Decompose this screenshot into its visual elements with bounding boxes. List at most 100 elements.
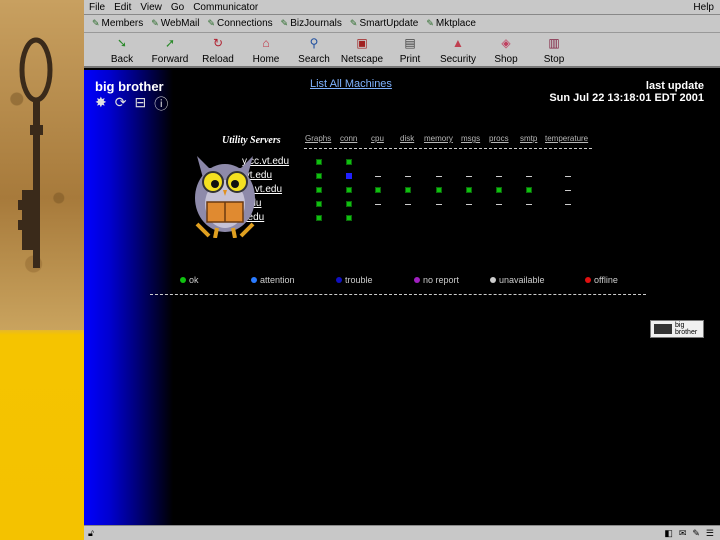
bookmark-smartupdate[interactable]: ✎ SmartUpdate bbox=[350, 18, 418, 29]
bookmark-bizjournals[interactable]: ✎ BizJournals bbox=[281, 18, 342, 29]
mail-icon[interactable]: ✉ bbox=[679, 528, 687, 539]
bookmark-icon: ✎ bbox=[426, 18, 434, 28]
status-blue-icon[interactable] bbox=[346, 173, 352, 179]
menu-go[interactable]: Go bbox=[171, 2, 184, 13]
status-none bbox=[565, 176, 571, 177]
footer-divider bbox=[150, 294, 646, 295]
menu-communicator[interactable]: Communicator bbox=[193, 2, 258, 13]
status-green-icon[interactable] bbox=[316, 215, 322, 221]
legend-ok: ok bbox=[180, 275, 199, 285]
status-none bbox=[526, 176, 532, 177]
star-icon[interactable]: ✸ bbox=[95, 94, 107, 114]
status-green-icon[interactable] bbox=[316, 173, 322, 179]
status-none bbox=[565, 190, 571, 191]
bookmark-mktplace[interactable]: ✎ Mktplace bbox=[426, 18, 476, 29]
bookmark-icon: ✎ bbox=[280, 18, 289, 28]
shop-button[interactable]: ◈ Shop bbox=[482, 36, 530, 65]
status-green-icon[interactable] bbox=[346, 201, 352, 207]
status-green-icon[interactable] bbox=[316, 159, 322, 165]
lock-icon: ▲ bbox=[452, 36, 464, 50]
trouble-dot-icon bbox=[336, 277, 342, 283]
bookmark-icon: ✎ bbox=[151, 18, 159, 28]
column-msgs[interactable]: msgs bbox=[461, 134, 480, 143]
status-green-icon[interactable] bbox=[346, 187, 352, 193]
component-bar: ◧ ✉ ✎ ☰ bbox=[664, 528, 714, 539]
back-arrow-icon: ➘ bbox=[116, 36, 128, 50]
column-cpu[interactable]: cpu bbox=[371, 134, 384, 143]
window-icon[interactable]: ⊟ bbox=[134, 94, 146, 114]
legend-attention: attention bbox=[251, 275, 295, 285]
security-lock-icon[interactable]: 🔓︎ bbox=[88, 528, 94, 539]
status-none bbox=[526, 204, 532, 205]
no-report-dot-icon bbox=[414, 277, 420, 283]
reload-icon: ↻ bbox=[212, 36, 224, 50]
status-green-icon[interactable] bbox=[375, 187, 381, 193]
bookmark-icon: ✎ bbox=[207, 18, 216, 28]
column-conn[interactable]: conn bbox=[340, 134, 357, 143]
navigation-toolbar: ➘ Back ➚ Forward ↻ Reload ⌂ Home ⚲ Search ▣ Ne… bbox=[84, 33, 720, 68]
section-title: Utility Servers bbox=[222, 135, 281, 146]
home-icon: ⌂ bbox=[262, 36, 270, 50]
page-content: big brother ✸ ⟳ ⊟ ⓘ List All Machines la… bbox=[84, 70, 720, 525]
status-none bbox=[405, 176, 411, 177]
status-none bbox=[466, 204, 472, 205]
bookmark-members[interactable]: ✎ Members bbox=[92, 18, 143, 29]
reload-button[interactable]: ↻ Reload bbox=[194, 36, 242, 65]
status-green-icon[interactable] bbox=[436, 187, 442, 193]
ok-dot-icon bbox=[180, 277, 186, 283]
status-green-icon[interactable] bbox=[526, 187, 532, 193]
column-smtp[interactable]: smtp bbox=[520, 134, 537, 143]
refresh-icon[interactable]: ⟳ bbox=[115, 94, 127, 114]
shop-icon: ◈ bbox=[501, 36, 511, 50]
home-button[interactable]: ⌂ Home bbox=[242, 36, 290, 65]
composer-icon[interactable]: ✎ bbox=[692, 528, 700, 539]
bookmark-icon: ✎ bbox=[92, 18, 100, 28]
discussion-icon[interactable]: ☰ bbox=[706, 528, 714, 539]
status-green-icon[interactable] bbox=[316, 201, 322, 207]
menu-file[interactable]: File bbox=[89, 2, 105, 13]
status-green-icon[interactable] bbox=[405, 187, 411, 193]
navigator-icon[interactable]: ◧ bbox=[664, 528, 673, 539]
last-update-label: last update bbox=[645, 80, 704, 92]
back-button[interactable]: ➘ Back bbox=[98, 36, 146, 65]
status-green-icon[interactable] bbox=[346, 159, 352, 165]
print-icon: ▤ bbox=[404, 36, 416, 50]
info-icon[interactable]: ⓘ bbox=[154, 94, 168, 114]
menu-help[interactable]: Help bbox=[693, 2, 714, 13]
stop-icon: ▥ bbox=[548, 36, 560, 50]
column-procs[interactable]: procs bbox=[489, 134, 509, 143]
last-update-value: Sun Jul 22 13:18:01 EDT 2001 bbox=[549, 92, 704, 104]
menu-edit[interactable]: Edit bbox=[114, 2, 131, 13]
attention-dot-icon bbox=[251, 277, 257, 283]
list-all-machines-link[interactable]: List All Machines bbox=[310, 78, 392, 90]
status-none bbox=[436, 204, 442, 205]
status-green-icon[interactable] bbox=[496, 187, 502, 193]
column-memory[interactable]: memory bbox=[424, 134, 453, 143]
status-green-icon[interactable] bbox=[466, 187, 472, 193]
legend-no-report: no report bbox=[414, 275, 459, 285]
status-none bbox=[436, 176, 442, 177]
status-none bbox=[375, 204, 381, 205]
status-green-icon[interactable] bbox=[316, 187, 322, 193]
search-button[interactable]: ⚲ Search bbox=[290, 36, 338, 65]
column-temperature[interactable]: temperature bbox=[545, 134, 588, 143]
stop-button[interactable]: ▥ Stop bbox=[530, 36, 578, 65]
forward-button[interactable]: ➚ Forward bbox=[146, 36, 194, 65]
big-brother-badge[interactable]: big brother bbox=[650, 320, 704, 338]
offline-dot-icon bbox=[585, 277, 591, 283]
bookmark-webmail[interactable]: ✎ WebMail bbox=[151, 18, 199, 29]
owl-mascot-image bbox=[195, 156, 255, 238]
big-brother-logo: big brother bbox=[95, 79, 164, 94]
status-bar: 🔓︎ ◧ ✉ ✎ ☰ bbox=[84, 525, 720, 540]
bookmark-connections[interactable]: ✎ Connections bbox=[208, 18, 273, 29]
legend-unavailable: unavailable bbox=[490, 275, 545, 285]
legend-offline: offline bbox=[585, 275, 618, 285]
security-button[interactable]: ▲ Security bbox=[434, 36, 482, 65]
bb-badge-icon bbox=[654, 324, 672, 334]
print-button[interactable]: ▤ Print bbox=[386, 36, 434, 65]
netscape-button[interactable]: ▣ Netscape bbox=[338, 36, 386, 65]
column-graphs[interactable]: Graphs bbox=[305, 134, 331, 143]
column-disk[interactable]: disk bbox=[400, 134, 414, 143]
status-green-icon[interactable] bbox=[346, 215, 352, 221]
menu-view[interactable]: View bbox=[140, 2, 162, 13]
